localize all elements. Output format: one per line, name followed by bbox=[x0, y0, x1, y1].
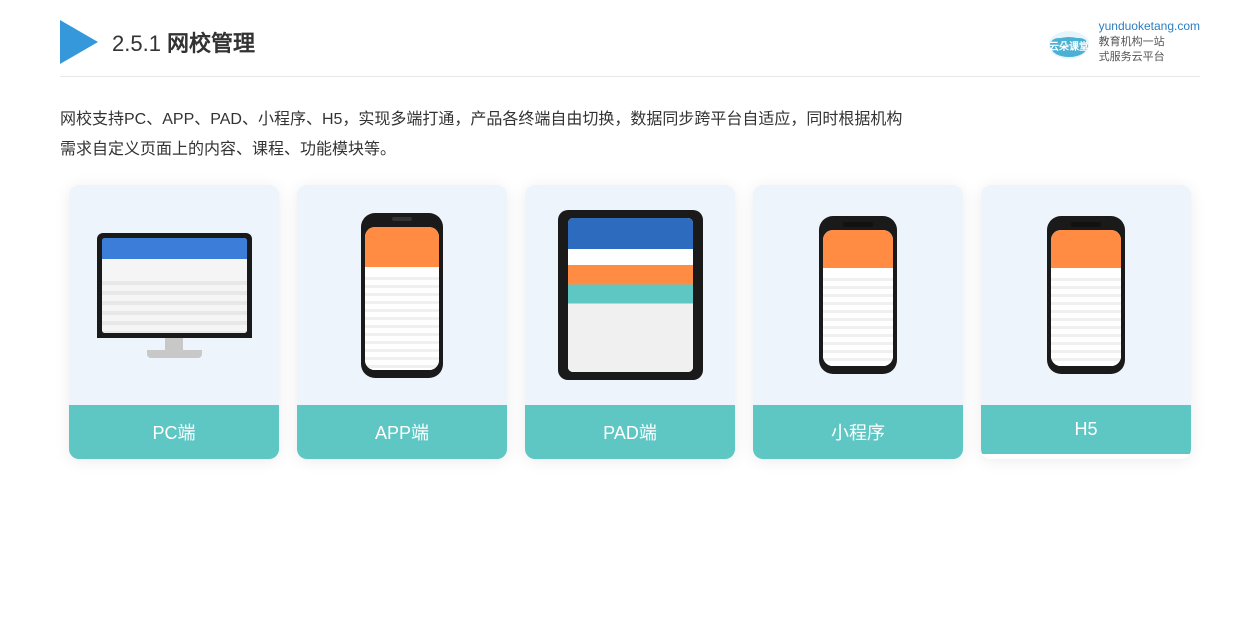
brand-text: yunduoketang.com 教育机构一站 式服务云平台 bbox=[1099, 18, 1200, 66]
card-h5-label: H5 bbox=[981, 405, 1191, 454]
page-title: 2.5.1 网校管理 bbox=[112, 26, 255, 58]
card-pad: PAD端 bbox=[525, 185, 735, 459]
card-pc-label: PC端 bbox=[69, 405, 279, 459]
card-app: APP端 bbox=[297, 185, 507, 459]
card-pad-image bbox=[525, 185, 735, 405]
card-miniprogram: 小程序 bbox=[753, 185, 963, 459]
miniprogram-phone-icon bbox=[819, 216, 897, 374]
card-pad-label: PAD端 bbox=[525, 405, 735, 459]
header-left: 2.5.1 网校管理 bbox=[60, 20, 255, 64]
cloud-brand-icon: 云朵课堂 bbox=[1047, 23, 1091, 61]
pad-tablet-icon bbox=[558, 210, 703, 380]
device-cards-container: PC端 APP端 PAD端 bbox=[60, 185, 1200, 459]
svg-text:云朵课堂: 云朵课堂 bbox=[1049, 40, 1089, 53]
h5-phone-icon bbox=[1047, 216, 1125, 374]
card-miniprogram-label: 小程序 bbox=[753, 405, 963, 459]
card-pc: PC端 bbox=[69, 185, 279, 459]
card-h5: H5 bbox=[981, 185, 1191, 459]
brand-logo: 云朵课堂 yunduoketang.com 教育机构一站 式服务云平台 bbox=[1047, 18, 1200, 66]
pc-monitor-icon bbox=[97, 233, 252, 358]
page-container: 2.5.1 网校管理 云朵课堂 yunduoketang.com 教育机构一站 … bbox=[0, 0, 1260, 630]
header: 2.5.1 网校管理 云朵课堂 yunduoketang.com 教育机构一站 … bbox=[60, 0, 1200, 77]
card-miniprogram-image bbox=[753, 185, 963, 405]
body-description: 网校支持PC、APP、PAD、小程序、H5，实现多端打通，产品各终端自由切换，数… bbox=[60, 105, 1200, 166]
card-app-label: APP端 bbox=[297, 405, 507, 459]
card-h5-image bbox=[981, 185, 1191, 405]
card-app-image bbox=[297, 185, 507, 405]
logo-triangle-icon bbox=[60, 20, 98, 64]
app-phone-icon bbox=[361, 213, 443, 378]
card-pc-image bbox=[69, 185, 279, 405]
